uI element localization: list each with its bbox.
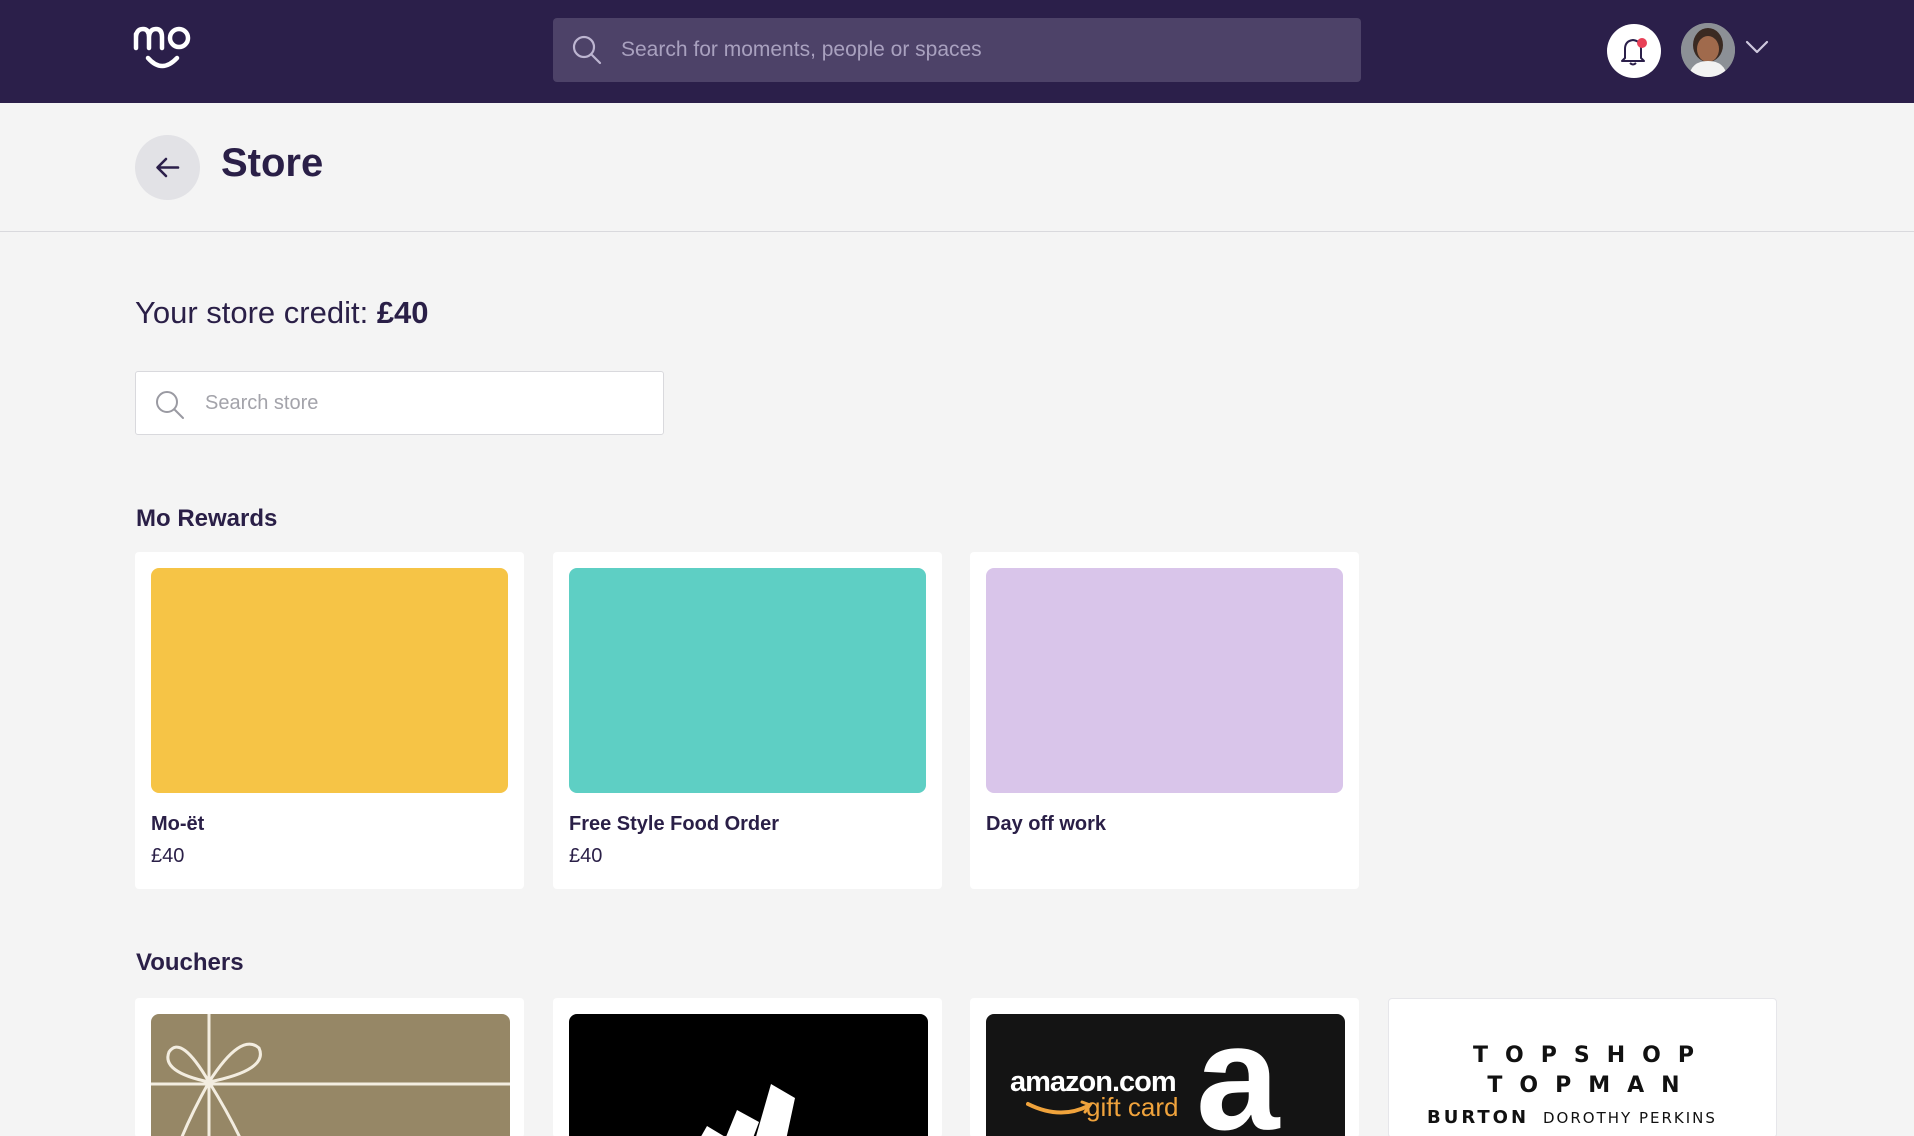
reward-name: Day off work	[986, 813, 1107, 835]
voucher-card[interactable]: TOPSHOP TOPMAN BURTON DOROTHY PERKINS	[1388, 998, 1777, 1136]
adidas-logo	[569, 1014, 928, 1136]
search-icon	[154, 389, 186, 426]
reward-name: Free Style Food Order	[569, 813, 780, 835]
voucher-card[interactable]	[135, 998, 524, 1136]
voucher-card[interactable]	[553, 998, 942, 1136]
notification-dot	[1637, 38, 1647, 48]
bell-icon	[1621, 38, 1647, 66]
reward-price: £40	[151, 845, 185, 867]
topman-wordmark: TOPMAN	[1487, 1073, 1697, 1098]
search-icon	[571, 34, 603, 71]
reward-card[interactable]: Day off work	[970, 552, 1359, 889]
reward-thumbnail	[986, 568, 1343, 793]
reward-card[interactable]: Free Style Food Order £40	[553, 552, 942, 889]
reward-thumbnail	[151, 568, 508, 793]
store-search-input[interactable]	[205, 372, 645, 434]
notifications-button[interactable]	[1607, 24, 1661, 78]
gift-card-image	[151, 1014, 510, 1136]
global-search-input[interactable]	[621, 18, 1341, 82]
store-credit-label: Your store credit:	[135, 295, 377, 330]
section-title-rewards: Mo Rewards	[136, 505, 278, 532]
voucher-card[interactable]: amazon.com gift card a	[970, 998, 1359, 1136]
dorothy-perkins-wordmark: DOROTHY PERKINS	[1543, 1109, 1717, 1127]
avatar[interactable]	[1681, 23, 1735, 77]
amazon-letter: a	[1196, 1014, 1280, 1136]
reward-card[interactable]: Mo-ët £40	[135, 552, 524, 889]
store-credit-value: £40	[376, 295, 429, 330]
burton-wordmark: BURTON	[1427, 1107, 1530, 1128]
section-title-vouchers: Vouchers	[136, 949, 244, 976]
page-header: Store	[0, 103, 1914, 232]
global-search[interactable]	[553, 18, 1361, 82]
chevron-down-icon[interactable]	[1745, 40, 1769, 59]
amazon-smile-icon	[1026, 1100, 1093, 1115]
amazon-gift-card-image: amazon.com gift card a	[986, 1014, 1345, 1136]
mo-logo[interactable]	[133, 24, 191, 74]
topshop-wordmark: TOPSHOP	[1473, 1043, 1711, 1068]
arrow-left-icon	[156, 157, 180, 178]
page-title: Store	[221, 141, 324, 185]
reward-price: £40	[569, 845, 603, 867]
top-navigation-bar	[0, 0, 1914, 103]
store-search[interactable]	[135, 371, 664, 435]
store-credit: Your store credit: £40	[135, 295, 429, 331]
reward-name: Mo-ët	[151, 813, 205, 835]
reward-thumbnail	[569, 568, 926, 793]
amazon-gift-card-label: gift card	[1086, 1092, 1179, 1122]
back-button[interactable]	[135, 135, 200, 200]
